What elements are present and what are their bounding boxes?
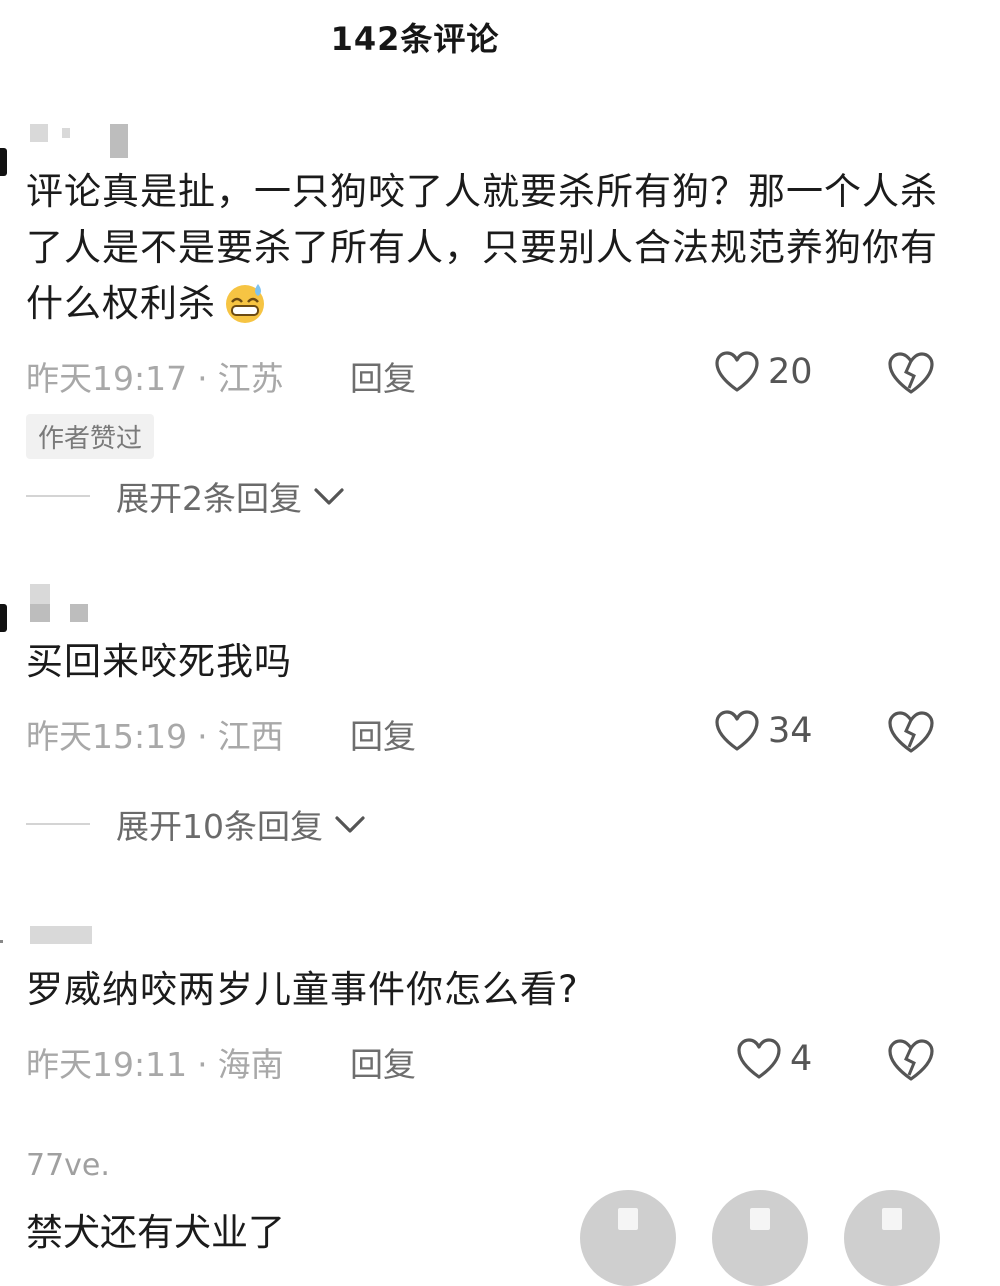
floating-action-button[interactable]	[712, 1190, 808, 1286]
floating-action-button[interactable]	[844, 1190, 940, 1286]
reply-button[interactable]: 回复	[350, 352, 416, 400]
action-icon	[882, 1208, 902, 1230]
expand-replies-label: 展开10条回复	[116, 807, 323, 846]
comments-count-title: 142条评论	[330, 20, 500, 58]
heart-outline-icon	[715, 710, 759, 751]
broken-heart-icon[interactable]	[886, 1037, 936, 1083]
like-button[interactable]: 4	[736, 1037, 812, 1081]
comment-text: 买回来咬死我吗	[26, 640, 292, 683]
comment-time: 昨天19:11	[26, 1045, 188, 1084]
broken-heart-icon[interactable]	[886, 709, 936, 755]
comment-meta: 昨天15:19 · 江西	[26, 710, 284, 758]
action-icon	[750, 1208, 770, 1230]
comment-meta: 昨天19:11 · 海南	[26, 1038, 284, 1086]
divider-line	[26, 823, 90, 825]
heart-outline-icon	[715, 351, 759, 392]
comment-time: 昨天15:19	[26, 717, 188, 756]
comment-username[interactable]: 77ve.	[26, 1148, 110, 1183]
like-button[interactable]: 20	[714, 350, 813, 394]
like-count: 34	[768, 711, 813, 751]
like-button[interactable]: 34	[714, 709, 813, 753]
chevron-down-icon	[335, 816, 365, 833]
meta-separator: ·	[197, 1045, 208, 1084]
comment-location: 海南	[217, 1045, 284, 1084]
comment-meta: 昨天19:17 · 江苏	[26, 352, 284, 400]
divider-line	[26, 495, 90, 497]
grinning-sweat-emoji	[226, 284, 264, 323]
comment-text: 罗威纳咬两岁儿童事件你怎么看?	[26, 968, 579, 1011]
floating-action-button[interactable]	[580, 1190, 676, 1286]
expand-replies-button[interactable]: 展开2条回复	[26, 472, 346, 520]
expand-replies-button[interactable]: 展开10条回复	[26, 800, 367, 848]
avatar-edge[interactable]	[0, 604, 7, 632]
meta-separator: ·	[197, 359, 208, 398]
comment-time: 昨天19:17	[26, 359, 188, 398]
comment-text: 禁犬还有犬业了	[26, 1211, 285, 1254]
like-count: 4	[790, 1039, 813, 1079]
action-icon	[618, 1208, 638, 1230]
avatar-edge[interactable]	[0, 148, 7, 176]
author-liked-badge: 作者赞过	[26, 414, 155, 459]
avatar-edge[interactable]	[0, 940, 3, 943]
comment-text: 评论真是扯，一只狗咬了人就要杀所有狗？那一个人杀了人是不是要杀了所有人，只要别人…	[26, 170, 938, 325]
reply-button[interactable]: 回复	[350, 710, 416, 758]
meta-separator: ·	[197, 717, 208, 756]
comment-location: 江苏	[217, 359, 284, 398]
comment-location: 江西	[217, 717, 284, 756]
reply-button[interactable]: 回复	[350, 1038, 416, 1086]
broken-heart-icon[interactable]	[886, 350, 936, 396]
chevron-down-icon	[314, 488, 344, 505]
heart-outline-icon	[737, 1038, 781, 1079]
like-count: 20	[768, 352, 813, 392]
expand-replies-label: 展开2条回复	[116, 479, 302, 518]
